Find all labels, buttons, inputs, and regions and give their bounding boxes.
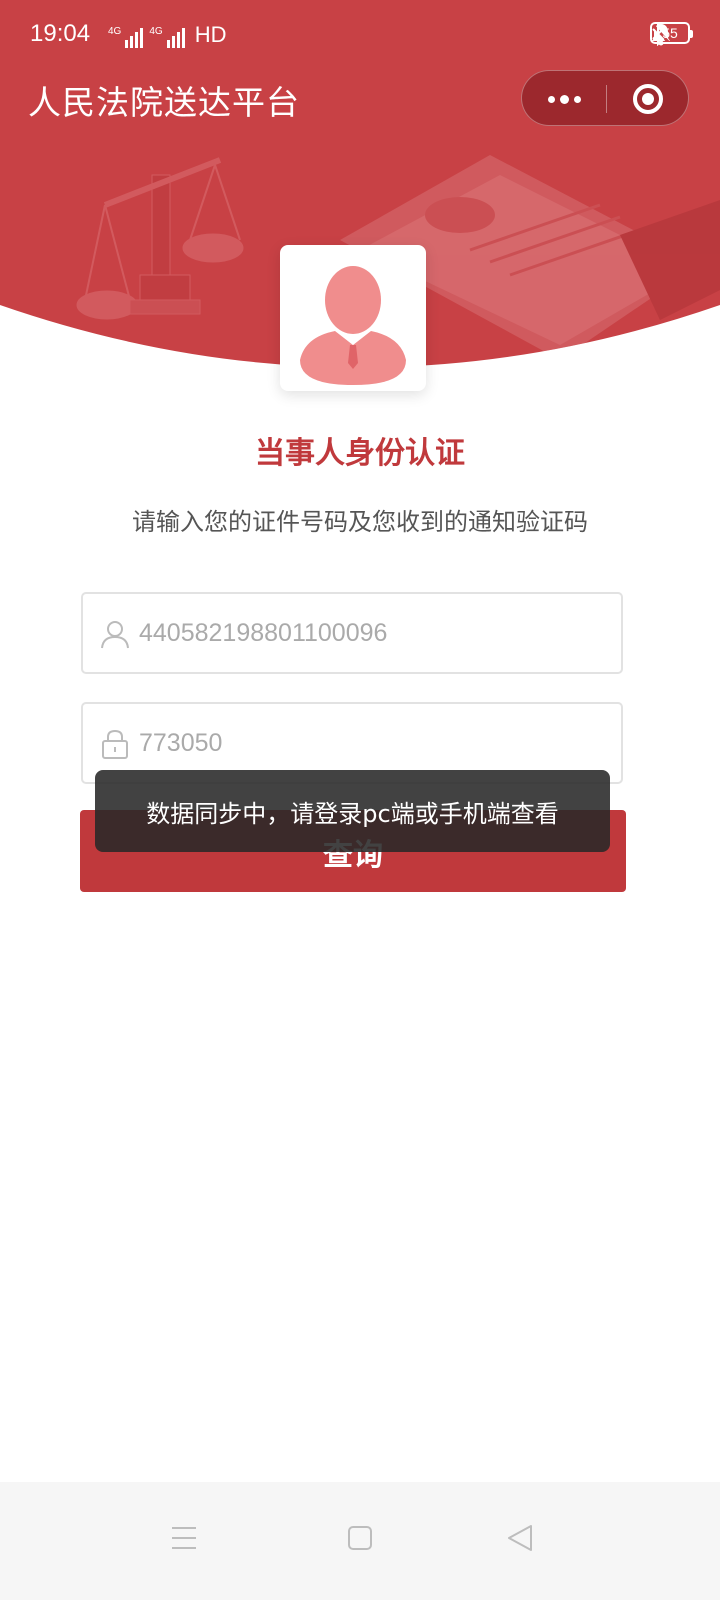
- nav-menu-button[interactable]: [154, 1508, 214, 1568]
- close-miniprogram-button[interactable]: [606, 71, 690, 127]
- auth-title: 当事人身份认证: [255, 436, 465, 471]
- home-square-icon: [348, 1526, 372, 1550]
- user-icon: [101, 621, 129, 649]
- nav-home-button[interactable]: [330, 1508, 390, 1568]
- lock-icon: [102, 729, 128, 759]
- toast-text: 数据同步中，请登录pc端或手机端查看: [146, 799, 559, 828]
- toast-message: 数据同步中，请登录pc端或手机端查看: [95, 770, 610, 852]
- menu-icon: [172, 1527, 196, 1549]
- target-icon: [633, 84, 663, 114]
- battery-icon: 55: [650, 22, 693, 44]
- network-type-2: 4G: [149, 26, 163, 37]
- more-button[interactable]: [522, 71, 606, 127]
- id-number-input[interactable]: [139, 594, 609, 672]
- nav-back-button[interactable]: [490, 1508, 550, 1568]
- back-triangle-icon: [508, 1525, 532, 1551]
- signal-icon: 4G: [149, 26, 185, 48]
- avatar: [280, 245, 426, 391]
- status-bar: 19:04 4G 4G HD 55: [0, 0, 720, 70]
- person-avatar-icon: [300, 266, 406, 385]
- system-navigation-bar: [0, 1482, 720, 1600]
- battery-level: 55: [662, 25, 678, 41]
- hd-indicator: HD: [194, 22, 227, 47]
- network-indicators: 4G 4G HD: [108, 22, 226, 48]
- id-number-field[interactable]: [81, 592, 623, 674]
- status-right: 55: [650, 22, 693, 46]
- status-time: 19:04: [30, 20, 91, 47]
- network-type-1: 4G: [108, 26, 122, 37]
- auth-subtitle: 请输入您的证件号码及您收到的通知验证码: [132, 508, 588, 536]
- miniprogram-capsule: [521, 70, 689, 126]
- signal-icon: 4G: [108, 26, 144, 48]
- app-title: 人民法院送达平台: [28, 83, 300, 122]
